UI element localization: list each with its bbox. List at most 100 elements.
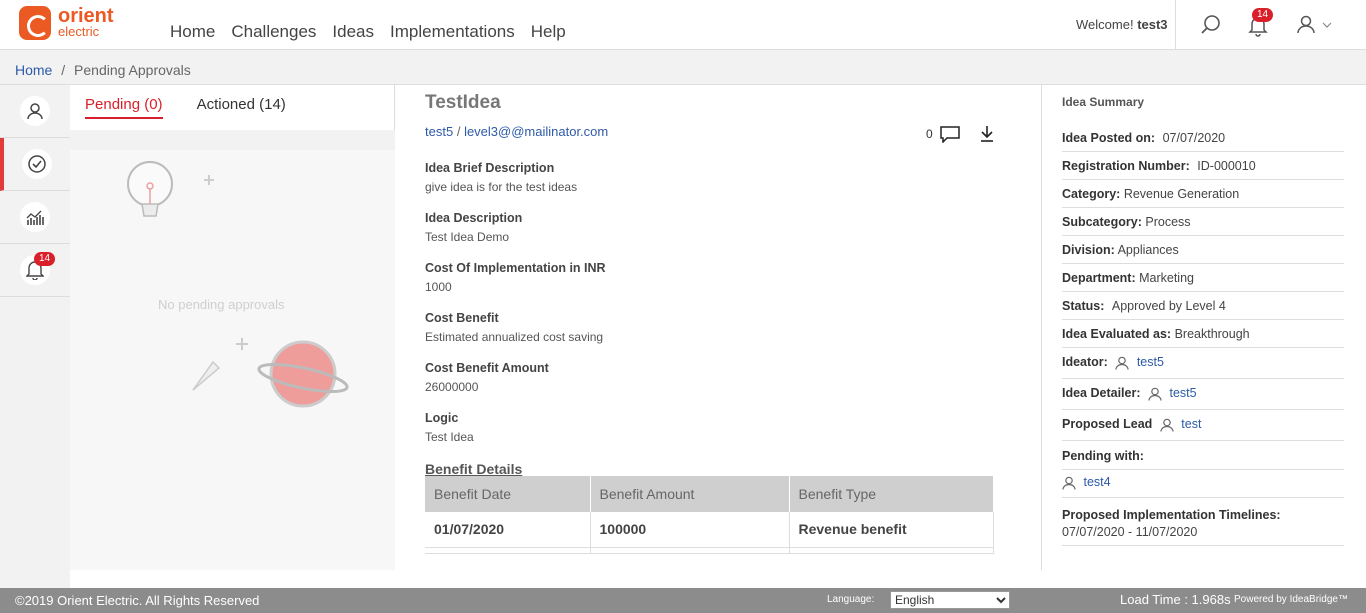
- no-pending-text: No pending approvals: [158, 297, 285, 312]
- column-header: Benefit Date: [425, 476, 591, 512]
- list-header-strip: [70, 130, 395, 150]
- summary-label: Subcategory:: [1062, 215, 1142, 229]
- summary-label: Ideator:: [1062, 355, 1108, 369]
- summary-label: Proposed Implementation Timelines:: [1062, 508, 1281, 522]
- person-icon: [1160, 418, 1174, 432]
- powered-by: Powered by IdeaBridge™: [1234, 594, 1348, 605]
- breadcrumb-home[interactable]: Home: [15, 62, 52, 78]
- footer: ©2019 Orient Electric. All Rights Reserv…: [0, 588, 1366, 613]
- person-icon: [1115, 356, 1129, 370]
- table-header-row: Benefit Date Benefit Amount Benefit Type: [425, 476, 994, 512]
- user-menu-icon[interactable]: [1297, 15, 1335, 40]
- field-label: Idea Brief Description: [425, 161, 555, 175]
- summary-value: Approved by Level 4: [1111, 299, 1226, 313]
- tab-pending[interactable]: Pending (0): [85, 85, 163, 119]
- field-cost-benefit-amount: Cost Benefit Amount 26000000: [425, 361, 549, 394]
- profile-icon: [20, 96, 50, 126]
- ideator-link[interactable]: test5: [1137, 355, 1164, 369]
- table-cell: 100000: [590, 512, 790, 548]
- summary-label: Department:: [1062, 271, 1136, 285]
- nav-challenges[interactable]: Challenges: [231, 22, 316, 42]
- summary-value: ID-000010: [1197, 159, 1256, 173]
- summary-ideator: Ideator: test5: [1062, 355, 1344, 379]
- nav-ideas[interactable]: Ideas: [332, 22, 374, 42]
- field-value: 1000: [425, 280, 452, 294]
- summary-label: Idea Detailer:: [1062, 386, 1141, 400]
- top-bar: orient electric Home Challenges Ideas Im…: [0, 0, 1366, 50]
- summary-label: Idea Evaluated as:: [1062, 327, 1172, 341]
- main-nav: Home Challenges Ideas Implementations He…: [170, 22, 582, 42]
- author-separator: /: [456, 124, 461, 139]
- header-divider: [1175, 0, 1176, 50]
- idea-title: TestIdea: [425, 92, 501, 113]
- summary-department: Department: Marketing: [1062, 271, 1344, 292]
- nav-implementations[interactable]: Implementations: [390, 22, 515, 42]
- column-header: Benefit Amount: [590, 476, 790, 512]
- idea-summary-panel: Idea Summary Idea Posted on: 07/07/2020 …: [1042, 85, 1366, 570]
- detailer-link[interactable]: test5: [1169, 386, 1196, 400]
- field-value: 26000000: [425, 380, 479, 394]
- field-logic: Logic Test Idea: [425, 411, 474, 444]
- tab-actioned[interactable]: Actioned (14): [197, 85, 286, 130]
- rail-notifications[interactable]: 14: [0, 244, 70, 297]
- rail-profile[interactable]: [0, 85, 70, 138]
- language-select[interactable]: English: [890, 591, 1010, 609]
- comment-count: 0: [926, 127, 933, 141]
- summary-label: Pending with:: [1062, 449, 1144, 463]
- logo-icon: [19, 6, 51, 40]
- field-label: Cost Of Implementation in INR: [425, 261, 606, 275]
- summary-timelines: Proposed Implementation Timelines: 07/07…: [1062, 508, 1344, 546]
- summary-pending-with: Pending with:: [1062, 449, 1344, 470]
- analytics-chart-icon: [20, 202, 50, 232]
- table-cell: [425, 547, 591, 554]
- benefit-details-table: Benefit Date Benefit Amount Benefit Type…: [425, 476, 994, 554]
- search-icon[interactable]: [1200, 14, 1222, 41]
- column-header: Benefit Type: [789, 476, 994, 512]
- lead-link[interactable]: test: [1181, 417, 1201, 431]
- idea-detail: TestIdea test5 / level3@@mailinator.com …: [395, 85, 1042, 570]
- orient-electric-logo[interactable]: orient electric: [19, 6, 114, 40]
- field-cost-benefit: Cost Benefit Estimated annualized cost s…: [425, 311, 603, 344]
- summary-value: Appliances: [1117, 243, 1179, 257]
- summary-title: Idea Summary: [1062, 95, 1145, 109]
- summary-proposed-lead: Proposed Lead test: [1062, 417, 1344, 441]
- field-value: give idea is for the test ideas: [425, 180, 578, 194]
- breadcrumb-separator: /: [61, 62, 66, 78]
- rail-analytics[interactable]: [0, 191, 70, 244]
- summary-subcategory: Subcategory: Process: [1062, 215, 1344, 236]
- field-brief-description: Idea Brief Description give idea is for …: [425, 161, 577, 194]
- summary-idea-detailer: Idea Detailer: test5: [1062, 386, 1344, 410]
- table-cell: [789, 547, 994, 554]
- welcome-prefix: Welcome!: [1076, 17, 1134, 32]
- summary-value: 07/07/2020 - 11/07/2020: [1062, 525, 1198, 539]
- field-label: Idea Description: [425, 211, 523, 225]
- idea-authors: test5 / level3@@mailinator.com: [425, 124, 608, 139]
- planet-rocket-illustration-icon: [192, 338, 349, 408]
- author-link[interactable]: test5: [425, 124, 453, 139]
- nav-home[interactable]: Home: [170, 22, 215, 42]
- table-row: [425, 547, 994, 554]
- idea-actions: 0: [926, 125, 995, 143]
- summary-division: Division: Appliances: [1062, 243, 1344, 264]
- rail-approvals[interactable]: [0, 138, 70, 191]
- check-circle-icon: [22, 149, 52, 179]
- approvals-list-panel: Pending (0) Actioned (14) No pending app…: [70, 85, 395, 570]
- summary-posted-on: Idea Posted on: 07/07/2020: [1062, 131, 1344, 152]
- summary-label: Proposed Lead: [1062, 417, 1153, 431]
- download-icon[interactable]: [979, 125, 995, 143]
- nav-help[interactable]: Help: [531, 22, 566, 42]
- approver-link[interactable]: level3@@mailinator.com: [464, 124, 608, 139]
- side-rail: 14: [0, 85, 70, 588]
- pending-user-link[interactable]: test4: [1083, 475, 1110, 489]
- table-cell: Revenue benefit: [789, 512, 994, 548]
- field-description: Idea Description Test Idea Demo: [425, 211, 522, 244]
- summary-value: 07/07/2020: [1162, 131, 1226, 145]
- summary-label: Category:: [1062, 187, 1121, 201]
- comment-icon[interactable]: [939, 125, 961, 143]
- approval-tabs: Pending (0) Actioned (14): [70, 85, 394, 130]
- table-cell: 01/07/2020: [425, 512, 591, 548]
- person-icon: [1062, 476, 1076, 490]
- field-value: Estimated annualized cost saving: [425, 330, 604, 344]
- logo-text-line2: electric: [58, 24, 100, 40]
- field-cost-of-implementation: Cost Of Implementation in INR 1000: [425, 261, 606, 294]
